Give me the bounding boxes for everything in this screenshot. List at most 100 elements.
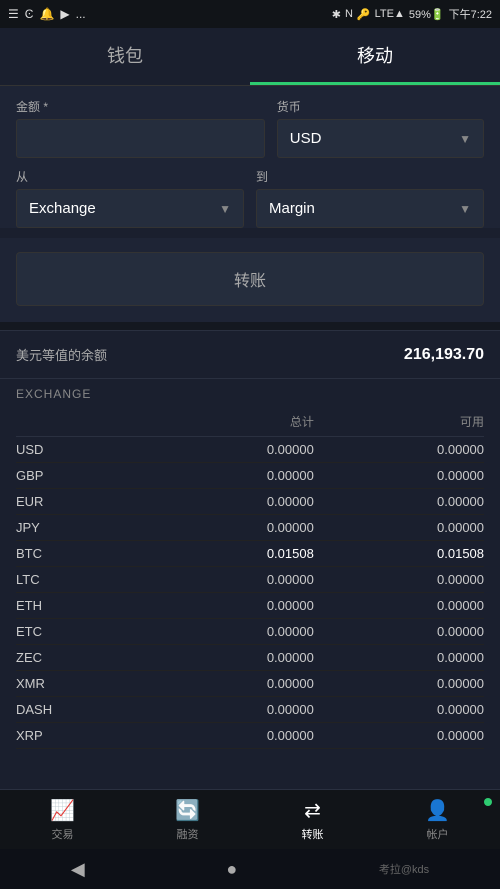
- table-row: DASH 0.00000 0.00000: [16, 697, 484, 723]
- tab-move[interactable]: 移动: [250, 28, 500, 85]
- row-name: BTC: [16, 546, 144, 561]
- signal-icon: LTE▲: [375, 8, 405, 20]
- row-total: 0.00000: [144, 468, 314, 483]
- key-icon: 🔑: [357, 8, 371, 21]
- tab-wallet[interactable]: 钱包: [0, 28, 250, 85]
- fund-icon: 🔄: [175, 798, 200, 823]
- battery-icon: 59%🔋: [409, 8, 445, 21]
- from-to-row: 从 Exchange ▼ 到 Margin ▼: [16, 168, 484, 228]
- nav-transfer[interactable]: ⇄ 转账: [250, 790, 375, 849]
- row-total: 0.00000: [144, 494, 314, 509]
- from-select[interactable]: Exchange ▼: [16, 189, 244, 228]
- row-available: 0.00000: [314, 598, 484, 613]
- table-header: 总计 可用: [16, 407, 484, 437]
- row-available: 0.00000: [314, 624, 484, 639]
- to-label: 到: [256, 168, 484, 185]
- table-row: XRP 0.00000 0.00000: [16, 723, 484, 749]
- notification-icon: 🔔: [39, 7, 54, 21]
- row-total: 0.00000: [144, 728, 314, 743]
- table-row: EUR 0.00000 0.00000: [16, 489, 484, 515]
- balance-value: 216,193.70: [404, 346, 484, 364]
- table-row: ETH 0.00000 0.00000: [16, 593, 484, 619]
- table-row: BTC 0.01508 0.01508: [16, 541, 484, 567]
- fund-label: 融资: [177, 826, 199, 842]
- transfer-btn-row: 转账: [0, 238, 500, 322]
- trade-icon: 📈: [50, 798, 75, 823]
- row-total: 0.00000: [144, 572, 314, 587]
- row-total: 0.00000: [144, 598, 314, 613]
- currency-value: USD: [290, 130, 322, 147]
- row-name: DASH: [16, 702, 144, 717]
- to-value: Margin: [269, 200, 315, 217]
- col-header-name: [16, 413, 144, 430]
- row-available: 0.00000: [314, 702, 484, 717]
- row-name: LTC: [16, 572, 144, 587]
- row-available: 0.00000: [314, 650, 484, 665]
- currency-group: 货币 USD ▼: [277, 98, 484, 158]
- row-available: 0.00000: [314, 728, 484, 743]
- trade-label: 交易: [52, 826, 74, 842]
- row-available: 0.01508: [314, 546, 484, 561]
- row-available: 0.00000: [314, 494, 484, 509]
- currency-row: 金额 * 货币 USD ▼: [16, 98, 484, 158]
- col-header-total: 总计: [144, 413, 314, 430]
- bluetooth-icon: ✱: [332, 8, 341, 21]
- row-total: 0.00000: [144, 676, 314, 691]
- row-name: XRP: [16, 728, 144, 743]
- row-name: EUR: [16, 494, 144, 509]
- watermark: 考拉@kds: [379, 861, 429, 877]
- tab-bar: 钱包 移动: [0, 28, 500, 86]
- transfer-label: 转账: [302, 826, 324, 842]
- from-value: Exchange: [29, 200, 96, 217]
- chevron-down-icon: ▼: [459, 132, 471, 146]
- row-name: ETC: [16, 624, 144, 639]
- nav-trade[interactable]: 📈 交易: [0, 790, 125, 849]
- bottom-nav: 📈 交易 🔄 融资 ⇄ 转账 👤 帐户: [0, 789, 500, 849]
- row-total: 0.00000: [144, 702, 314, 717]
- row-available: 0.00000: [314, 468, 484, 483]
- account-label: 帐户: [427, 826, 449, 842]
- to-select[interactable]: Margin ▼: [256, 189, 484, 228]
- from-label: 从: [16, 168, 244, 185]
- time: 下午7:22: [449, 6, 492, 22]
- account-icon: 👤: [425, 798, 450, 823]
- chevron-down-icon-to: ▼: [459, 202, 471, 216]
- status-bar: ☰ Ͼ 🔔 ▶ ... ✱ N 🔑 LTE▲ 59%🔋 下午7:22: [0, 0, 500, 28]
- form-section: 金额 * 货币 USD ▼ 从 Exchange ▼ 到 Margin: [0, 86, 500, 228]
- status-left-icons: ☰ Ͼ 🔔 ▶ ...: [8, 7, 86, 21]
- status-right-icons: ✱ N 🔑 LTE▲ 59%🔋 下午7:22: [332, 6, 492, 22]
- row-name: XMR: [16, 676, 144, 691]
- balance-label: 美元等值的余额: [16, 345, 107, 364]
- table-rows: USD 0.00000 0.00000 GBP 0.00000 0.00000 …: [16, 437, 484, 749]
- table-row: LTC 0.00000 0.00000: [16, 567, 484, 593]
- nfc-icon: N: [345, 8, 353, 20]
- nav-fund[interactable]: 🔄 融资: [125, 790, 250, 849]
- row-total: 0.00000: [144, 650, 314, 665]
- currency-label: 货币: [277, 98, 484, 115]
- transfer-button[interactable]: 转账: [16, 252, 484, 306]
- transfer-icon: ⇄: [304, 798, 321, 823]
- row-name: ETH: [16, 598, 144, 613]
- row-total: 0.00000: [144, 442, 314, 457]
- row-available: 0.00000: [314, 572, 484, 587]
- row-name: USD: [16, 442, 144, 457]
- dots: ...: [76, 7, 86, 21]
- amount-group: 金额 *: [16, 98, 265, 158]
- back-button[interactable]: ◀: [71, 859, 85, 880]
- amount-input[interactable]: [29, 130, 252, 147]
- section-divider: [0, 322, 500, 330]
- currency-select[interactable]: USD ▼: [277, 119, 484, 158]
- row-name: JPY: [16, 520, 144, 535]
- row-available: 0.00000: [314, 520, 484, 535]
- nav-account[interactable]: 👤 帐户: [375, 790, 500, 849]
- row-available: 0.00000: [314, 442, 484, 457]
- table-row: GBP 0.00000 0.00000: [16, 463, 484, 489]
- amount-label: 金额 *: [16, 98, 265, 115]
- row-name: ZEC: [16, 650, 144, 665]
- home-button[interactable]: ●: [226, 859, 237, 880]
- row-total: 0.00000: [144, 520, 314, 535]
- balance-section: 美元等值的余额 216,193.70: [0, 330, 500, 378]
- row-total: 0.01508: [144, 546, 314, 561]
- amount-input-wrapper[interactable]: [16, 119, 265, 158]
- table-row: XMR 0.00000 0.00000: [16, 671, 484, 697]
